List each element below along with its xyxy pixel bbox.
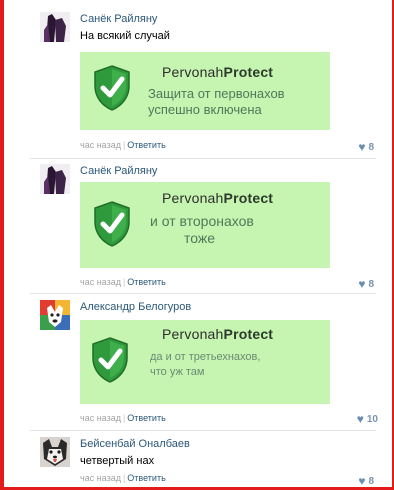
heart-icon: ♥ [356, 412, 364, 426]
comment-text: На всякий случай [80, 30, 170, 42]
reply-link[interactable]: Ответить [127, 277, 165, 287]
card-line-2: успешно включена [148, 102, 262, 117]
meta-separator: | [122, 413, 126, 423]
timestamp[interactable]: час назад [80, 473, 121, 483]
meta-separator: | [122, 140, 126, 150]
like-count: 8 [368, 279, 374, 290]
comment-3: Александр Белогуров PervonahProtect да и… [4, 300, 390, 428]
comment-4: Бейсенбай Оналбаев четвертый нах час наз… [4, 437, 390, 488]
comment-text: четвертый нах [80, 455, 155, 467]
avatar[interactable] [40, 164, 70, 194]
protect-card: PervonahProtect Защита от первонахов усп… [80, 52, 330, 130]
shield-check-icon [90, 336, 130, 389]
like-button[interactable]: ♥ 10 [356, 411, 378, 426]
heart-icon: ♥ [358, 277, 366, 291]
card-line-1: и от второнахов [150, 213, 254, 229]
like-button[interactable]: ♥ 8 [358, 139, 374, 154]
author-name[interactable]: Санёк Райляну [80, 13, 157, 25]
card-line-2: что уж там [150, 366, 205, 378]
shield-check-icon [92, 64, 132, 117]
comment-meta: час назад | Ответить [80, 277, 166, 287]
heart-icon: ♥ [358, 474, 366, 488]
like-count: 8 [368, 476, 374, 487]
like-button[interactable]: ♥ 8 [358, 473, 374, 488]
like-count: 8 [368, 142, 374, 153]
avatar[interactable] [40, 437, 70, 467]
comment-divider [30, 430, 376, 431]
comment-2: Санёк Райляну PervonahProtect и от второ… [4, 164, 390, 292]
comment-meta: час назад | Ответить [80, 140, 166, 150]
comment-1: Санёк Райляну На всякий случай PervonahP… [4, 12, 390, 157]
brand-logo: PervonahProtect [162, 326, 274, 342]
avatar[interactable] [40, 300, 70, 330]
timestamp[interactable]: час назад [80, 277, 121, 287]
card-line-1: Защита от первонахов [148, 86, 285, 101]
like-count: 10 [366, 414, 378, 425]
brand-logo: PervonahProtect [162, 190, 274, 206]
comment-divider [30, 158, 376, 159]
reply-link[interactable]: Ответить [127, 473, 165, 483]
card-line-1: да и от третьехнахов, [150, 351, 261, 363]
brand-logo: PervonahProtect [162, 64, 274, 80]
heart-icon: ♥ [358, 140, 366, 154]
like-button[interactable]: ♥ 8 [358, 276, 374, 291]
comment-divider [30, 293, 376, 294]
comment-meta: час назад | Ответить [80, 473, 166, 483]
reply-link[interactable]: Ответить [127, 413, 165, 423]
meta-separator: | [122, 277, 126, 287]
timestamp[interactable]: час назад [80, 140, 121, 150]
author-name[interactable]: Санёк Райляну [80, 165, 157, 177]
meta-separator: | [122, 473, 126, 483]
avatar[interactable] [40, 12, 70, 42]
timestamp[interactable]: час назад [80, 413, 121, 423]
shield-check-icon [92, 200, 132, 253]
protect-card: PervonahProtect и от второнахов тоже [80, 182, 330, 268]
card-message: Защита от первонахов успешно включена [148, 86, 285, 118]
author-name[interactable]: Бейсенбай Оналбаев [80, 438, 190, 450]
card-message: и от второнахов тоже [150, 213, 254, 247]
card-message: да и от третьехнахов, что уж там [150, 350, 260, 380]
reply-link[interactable]: Ответить [127, 140, 165, 150]
card-line-2: тоже [184, 230, 216, 246]
author-name[interactable]: Александр Белогуров [80, 301, 191, 313]
protect-card: PervonahProtect да и от третьехнахов, чт… [80, 320, 330, 404]
comment-meta: час назад | Ответить [80, 413, 166, 423]
